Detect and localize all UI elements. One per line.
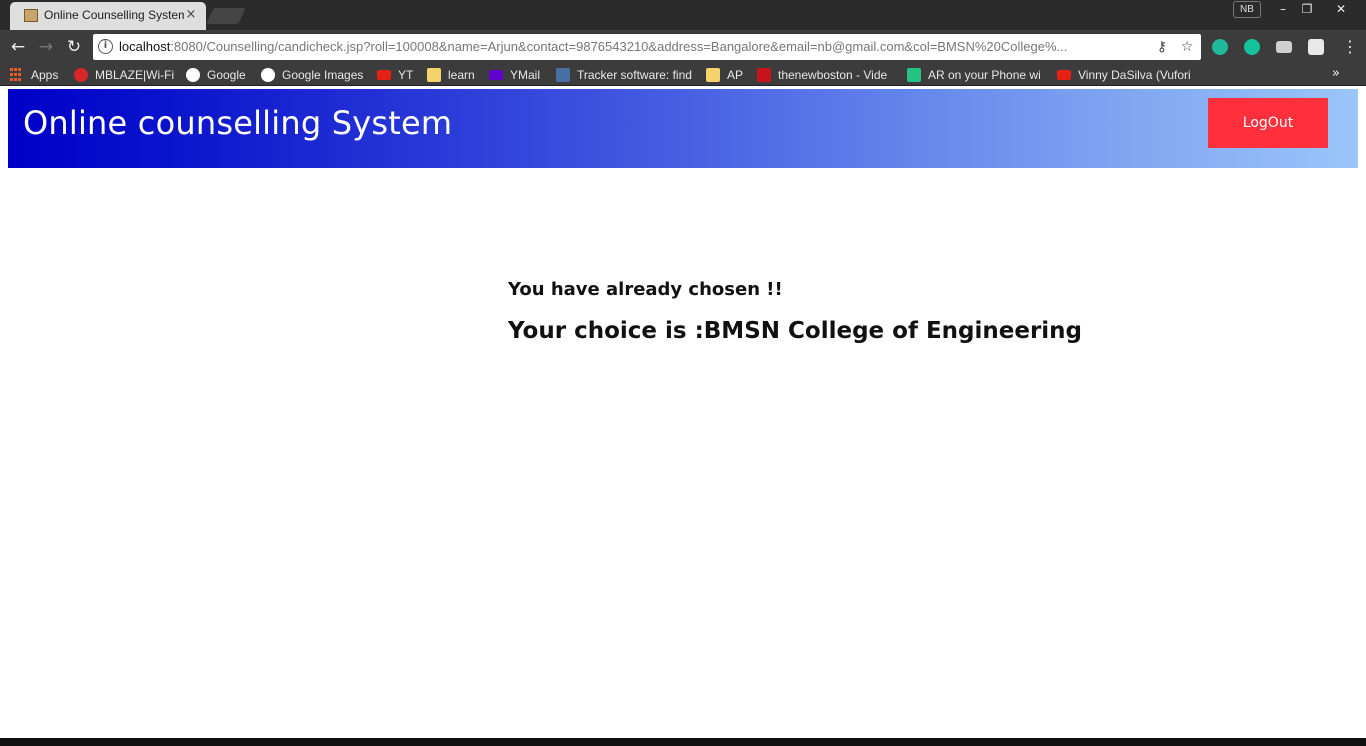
bookmark-google-images[interactable]: Google Images [261,67,363,83]
youtube-icon [1057,70,1071,80]
site-favicon-icon [24,9,38,22]
mail-extension-icon[interactable] [1276,41,1292,53]
browser-menu-icon[interactable]: ⋮ [1342,36,1358,58]
restore-icon[interactable]: ❐ [1292,0,1322,18]
bookmark-yt[interactable]: YT [377,67,413,83]
grammarly-icon[interactable] [1244,39,1260,55]
forward-icon[interactable]: → [35,36,57,58]
folder-icon [706,68,720,82]
address-bar[interactable]: i localhost:8080/Counselling/candicheck.… [93,34,1201,60]
bookmark-ymail[interactable]: YMail [489,67,540,83]
bookmark-ar-phone[interactable]: AR on your Phone wi [907,67,1043,83]
tracker-icon [556,68,570,82]
bookmark-apps[interactable]: Apps [10,67,58,83]
new-tab-button[interactable] [206,8,246,24]
bookmark-star-icon[interactable]: ☆ [1178,38,1196,56]
bookmark-thenewboston[interactable]: thenewboston - Vide [757,67,893,83]
site-header: Online counselling System LogOut [8,89,1358,168]
url-path: :8080/Counselling/candicheck.jsp?roll=10… [170,39,1068,54]
browser-tab[interactable]: Online Counselling System × [10,2,206,30]
back-icon[interactable]: ← [7,36,29,58]
bookmark-vinny-dasilva[interactable]: Vinny DaSilva (Vufori [1057,67,1193,83]
apps-grid-icon [10,68,24,82]
key-icon[interactable]: ⚷ [1153,38,1171,56]
thenewboston-icon [757,68,771,82]
bookmark-mblaze[interactable]: MBLAZE|Wi-Fi [74,67,174,83]
cube-extension-icon[interactable] [1308,39,1324,55]
logout-button[interactable]: LogOut [1208,98,1328,148]
taskbar-strip [0,738,1366,746]
tab-close-icon[interactable]: × [184,7,198,23]
google-icon [261,68,275,82]
bookmark-learn[interactable]: learn [427,67,475,83]
close-window-icon[interactable]: ✕ [1326,0,1356,18]
bookmark-google[interactable]: Google [186,67,246,83]
browser-tab-bar: Online Counselling System × NB – ❐ ✕ [0,0,1366,30]
ymail-icon [489,70,503,80]
bookmark-ap[interactable]: AP [706,67,743,83]
site-info-icon[interactable]: i [98,39,113,54]
browser-toolbar: ← → ↻ i localhost:8080/Counselling/candi… [0,30,1366,64]
already-chosen-message: You have already chosen !! [508,279,783,300]
tab-title: Online Counselling System [44,8,184,22]
ar-icon [907,68,921,82]
bookmark-tracker[interactable]: Tracker software: find [556,67,694,83]
opera-icon [74,68,88,82]
choice-message: Your choice is :BMSN College of Engineer… [508,318,1083,344]
bookmarks-overflow-icon[interactable]: » [1332,66,1340,81]
reload-icon[interactable]: ↻ [63,36,85,58]
profile-badge[interactable]: NB [1233,1,1261,18]
url-host: localhost [119,39,171,54]
url-text[interactable]: localhost:8080/Counselling/candicheck.js… [119,39,1147,54]
extension-m-icon[interactable] [1212,39,1228,55]
site-title: Online counselling System [23,104,453,142]
youtube-icon [377,70,391,80]
bookmarks-bar: Apps MBLAZE|Wi-Fi Google Google Images Y… [0,64,1366,86]
google-icon [186,68,200,82]
folder-icon [427,68,441,82]
